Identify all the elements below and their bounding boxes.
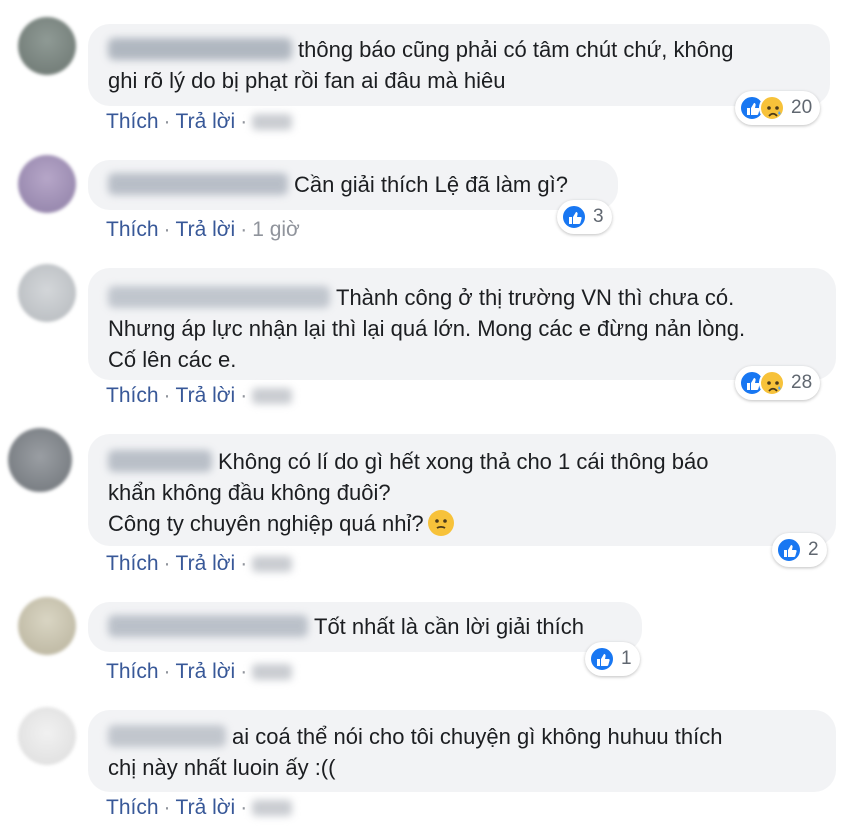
worried-face-icon <box>427 510 454 536</box>
timestamp-blurred[interactable] <box>252 388 293 404</box>
comment-text-line-2: chị này nhất luoin ấy :(( <box>108 755 336 780</box>
comment-text-line-1: Thành công ở thị trường VN thì chưa có. <box>336 285 735 310</box>
comment-bubble: Cần giải thích Lệ đã làm gì? <box>88 160 618 210</box>
comment-text-line-1: thông báo cũng phải có tâm chút chứ, khô… <box>298 37 734 62</box>
avatar[interactable] <box>18 17 76 75</box>
comment-text-line-2: khẩn không đầu không đuôi? <box>108 480 391 505</box>
separator: · <box>240 218 248 241</box>
reply-link[interactable]: Trả lời <box>176 552 236 575</box>
comment-text-line-1: ai coá thể nói cho tôi chuyện gì không h… <box>232 724 723 749</box>
separator: · <box>163 552 171 575</box>
timestamp-blurred[interactable] <box>252 664 293 680</box>
avatar[interactable] <box>18 597 76 655</box>
comment-text-line-1: Không có lí do gì hết xong thả cho 1 cái… <box>218 449 709 474</box>
reaction-summary[interactable]: 3 <box>557 200 612 234</box>
comment-text-line-2: ghi rõ lý do bị phạt rồi fan ai đâu mà h… <box>108 68 506 93</box>
reply-link[interactable]: Trả lời <box>176 660 236 683</box>
reaction-count: 1 <box>621 648 632 669</box>
like-icon <box>589 646 615 672</box>
author-name-blurred[interactable] <box>108 286 330 308</box>
comment-text-line-1: Tốt nhất là cần lời giải thích <box>314 614 585 639</box>
comment-text-line-2: Nhưng áp lực nhận lại thì lại quá lớn. M… <box>108 316 746 341</box>
separator: · <box>163 384 171 407</box>
sad-icon <box>759 370 785 396</box>
reaction-count: 28 <box>791 372 813 393</box>
like-link[interactable]: Thích <box>106 384 159 407</box>
separator: · <box>163 218 171 241</box>
sad-icon <box>759 95 785 121</box>
comment-actions: Thích · Trả lời · 1 giờ <box>106 218 300 242</box>
reaction-count: 2 <box>808 539 819 560</box>
timestamp-blurred[interactable] <box>252 114 293 130</box>
reaction-summary[interactable]: 20 <box>735 91 821 125</box>
like-link[interactable]: Thích <box>106 218 159 241</box>
reply-link[interactable]: Trả lời <box>176 384 236 407</box>
comment-bubble: Không có lí do gì hết xong thả cho 1 cái… <box>88 434 836 546</box>
author-name-blurred[interactable] <box>108 615 308 637</box>
separator: · <box>240 660 248 683</box>
reaction-summary[interactable]: 28 <box>735 366 821 400</box>
separator: · <box>240 384 248 407</box>
like-link[interactable]: Thích <box>106 660 159 683</box>
timestamp-blurred[interactable] <box>252 556 293 572</box>
timestamp-blurred[interactable] <box>252 800 293 816</box>
separator: · <box>240 552 248 575</box>
author-name-blurred[interactable] <box>108 38 292 60</box>
separator: · <box>163 110 171 133</box>
comment-actions: Thích · Trả lời · <box>106 660 293 684</box>
comment-actions: Thích · Trả lời · <box>106 796 293 820</box>
comment-bubble: thông báo cũng phải có tâm chút chứ, khô… <box>88 24 830 106</box>
comment-actions: Thích · Trả lời · <box>106 110 293 134</box>
avatar[interactable] <box>18 155 76 213</box>
like-link[interactable]: Thích <box>106 552 159 575</box>
reply-link[interactable]: Trả lời <box>176 796 236 819</box>
avatar[interactable] <box>18 264 76 322</box>
reaction-summary[interactable]: 1 <box>585 642 640 676</box>
reaction-count: 3 <box>593 206 604 227</box>
comment-text-line-1: Cần giải thích Lệ đã làm gì? <box>294 172 568 197</box>
author-name-blurred[interactable] <box>108 725 226 747</box>
reply-link[interactable]: Trả lời <box>176 110 236 133</box>
separator: · <box>240 110 248 133</box>
like-icon <box>561 204 587 230</box>
like-link[interactable]: Thích <box>106 110 159 133</box>
like-icon <box>776 537 802 563</box>
comment-text-line-3: Cố lên các e. <box>108 347 237 372</box>
comment-bubble: Tốt nhất là cần lời giải thích <box>88 602 642 652</box>
comment-actions: Thích · Trả lời · <box>106 552 293 576</box>
comment-bubble: Thành công ở thị trường VN thì chưa có. … <box>88 268 836 380</box>
comment-actions: Thích · Trả lời · <box>106 384 293 408</box>
avatar[interactable] <box>8 428 72 492</box>
author-name-blurred[interactable] <box>108 173 288 195</box>
comment-bubble: ai coá thể nói cho tôi chuyện gì không h… <box>88 710 836 792</box>
separator: · <box>163 796 171 819</box>
separator: · <box>163 660 171 683</box>
reply-link[interactable]: Trả lời <box>176 218 236 241</box>
author-name-blurred[interactable] <box>108 450 212 472</box>
reaction-count: 20 <box>791 97 813 118</box>
like-link[interactable]: Thích <box>106 796 159 819</box>
timestamp[interactable]: 1 giờ <box>252 218 300 241</box>
reaction-summary[interactable]: 2 <box>772 533 827 567</box>
separator: · <box>240 796 248 819</box>
comment-text-line-3: Công ty chuyên nghiệp quá nhỉ? <box>108 511 424 536</box>
avatar[interactable] <box>18 707 76 765</box>
